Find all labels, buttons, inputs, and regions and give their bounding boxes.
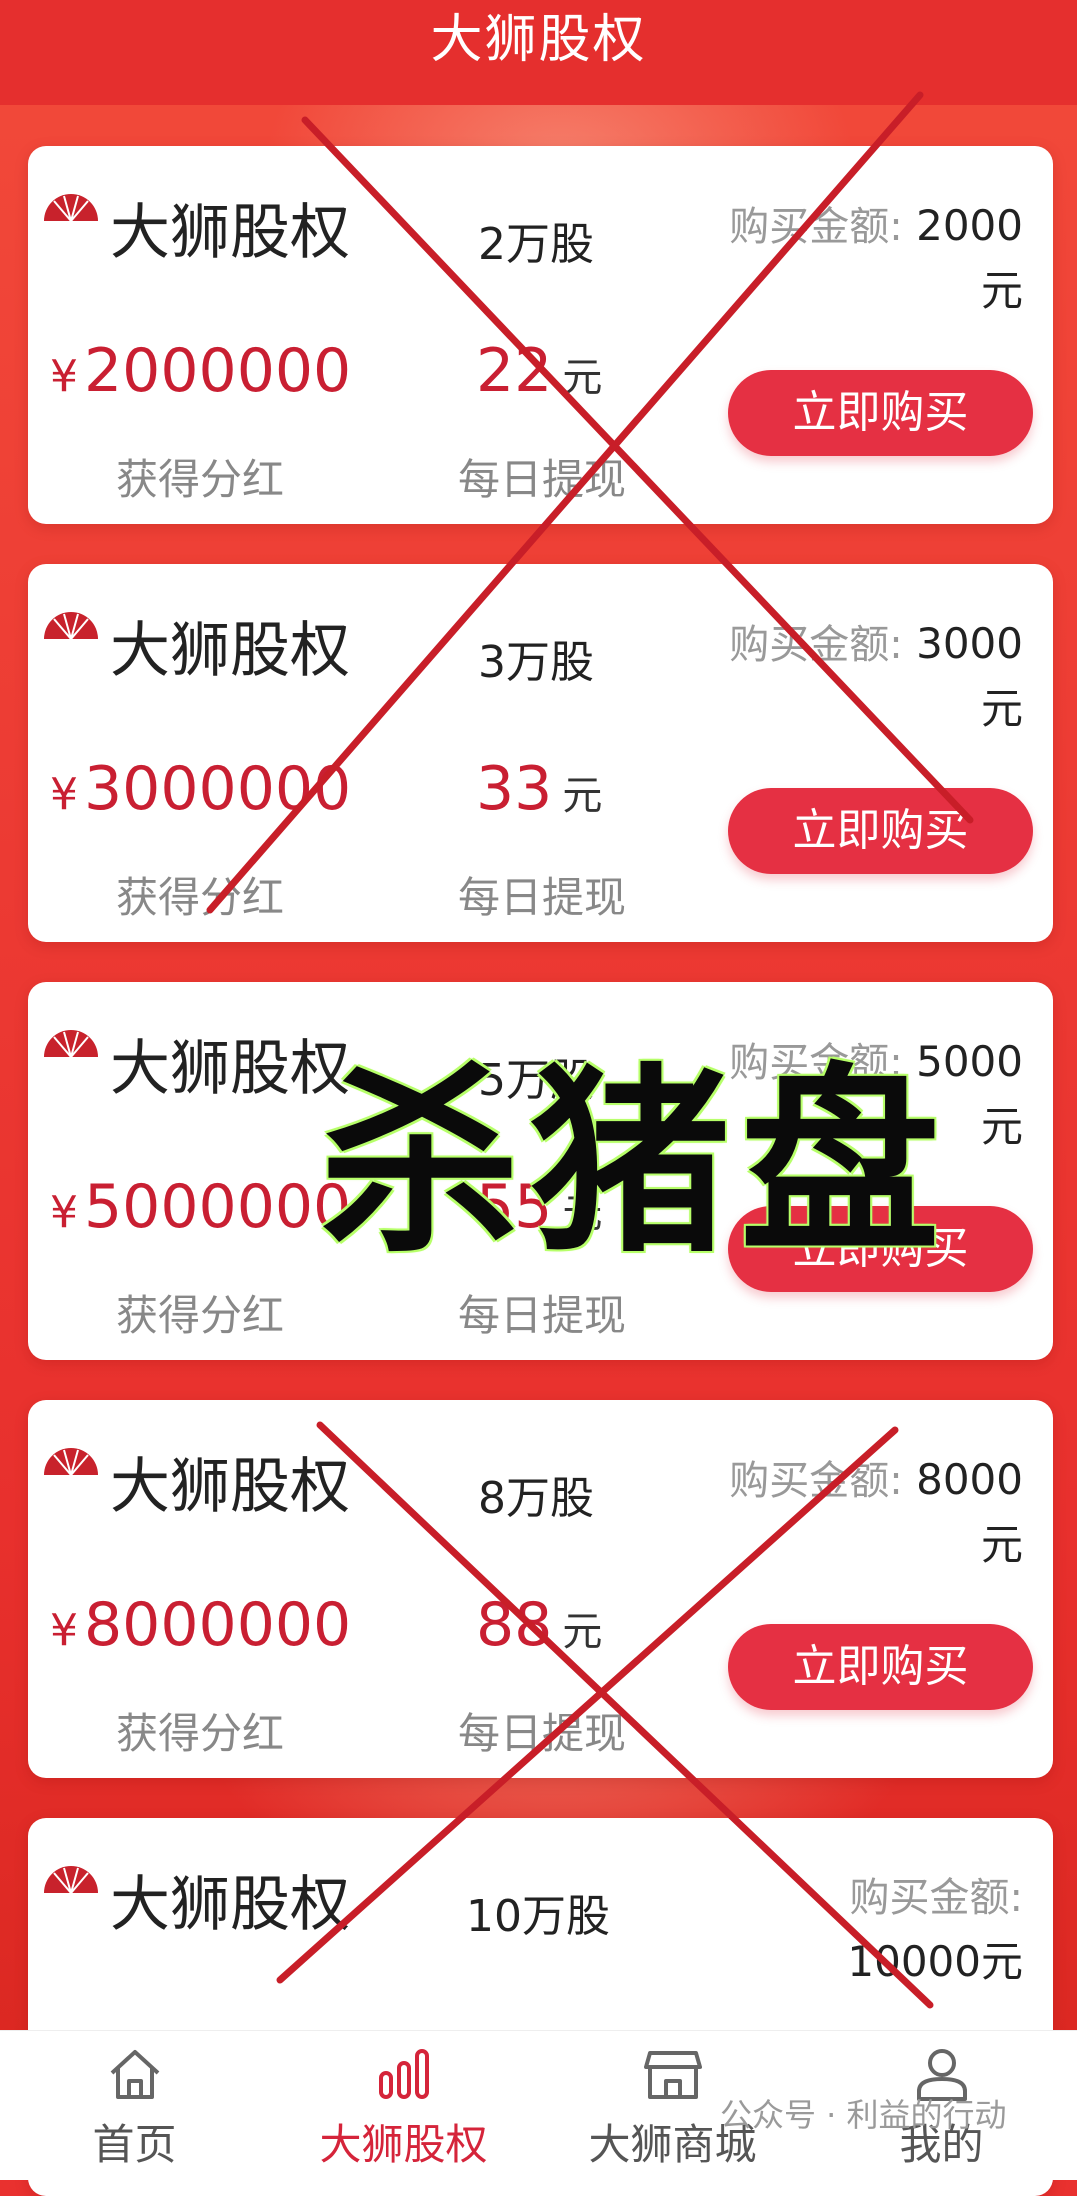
dividend-value: 8000000 xyxy=(84,1590,352,1660)
buy-now-button[interactable]: 立即购买 xyxy=(728,370,1033,456)
product-shares: 3万股 xyxy=(478,637,594,688)
price-label: 购买金额: xyxy=(729,204,903,250)
currency-symbol: ¥ xyxy=(50,1605,78,1656)
price-unit: 元 xyxy=(980,266,1023,315)
product-shares: 8万股 xyxy=(478,1473,594,1524)
price-label: 购买金额: xyxy=(729,1458,903,1504)
tab-equity[interactable]: 大狮股权 xyxy=(269,2031,538,2180)
daily-value: 88 xyxy=(476,1590,553,1660)
product-name: 大狮股权 xyxy=(110,198,350,268)
fan-logo-icon xyxy=(44,1448,98,1476)
daily-unit: 元 xyxy=(562,773,603,819)
product-name: 大狮股权 xyxy=(110,616,350,686)
daily-withdraw: 22 元 xyxy=(476,336,602,406)
daily-label: 每日提现 xyxy=(458,455,627,504)
home-icon xyxy=(110,2050,159,2099)
watermark: 公众号 · 利益的行动 xyxy=(720,2096,1007,2134)
price-value: 3000 xyxy=(916,619,1023,668)
dividend-label: 获得分红 xyxy=(116,455,285,504)
dividend-amount: ¥5000000 xyxy=(50,1172,351,1242)
dividend-value: 2000000 xyxy=(84,336,352,406)
tab-label: 大狮股权 xyxy=(319,2120,488,2169)
tab-home[interactable]: 首页 xyxy=(0,2031,269,2180)
tab-label: 首页 xyxy=(92,2120,177,2169)
product-price: 购买金额: 8000 元 xyxy=(729,1448,1023,1577)
scam-warning-stamp: 杀猪盘 xyxy=(320,1047,951,1280)
product-card: 大狮股权 2万股 购买金额: 2000 元 ¥2000000 22 元 获得分红 … xyxy=(28,146,1053,524)
product-price: 购买金额: 10000元 xyxy=(847,1866,1023,1994)
dividend-label: 获得分红 xyxy=(116,873,285,922)
page-title: 大狮股权 xyxy=(430,10,647,70)
fan-logo-icon xyxy=(44,612,98,640)
currency-symbol: ¥ xyxy=(50,769,78,820)
price-unit: 元 xyxy=(980,684,1023,733)
top-bar: 大狮股权 xyxy=(0,0,1077,105)
product-shares: 10万股 xyxy=(466,1891,610,1942)
price-unit: 元 xyxy=(980,1520,1023,1569)
product-name: 大狮股权 xyxy=(110,1870,350,1940)
product-price: 购买金额: 2000 元 xyxy=(729,194,1023,323)
dividend-label: 获得分红 xyxy=(116,1709,285,1758)
daily-withdraw: 88 元 xyxy=(476,1590,602,1660)
product-price: 购买金额: 3000 元 xyxy=(729,612,1023,741)
currency-symbol: ¥ xyxy=(50,351,78,402)
price-label: 购买金额: xyxy=(729,622,903,668)
price-value: 10000元 xyxy=(847,1937,1023,1986)
product-card: 大狮股权 3万股 购买金额: 3000 元 ¥3000000 33 元 获得分红 … xyxy=(28,564,1053,942)
bar-chart-icon xyxy=(378,2049,429,2099)
daily-label: 每日提现 xyxy=(458,1291,627,1340)
dividend-amount: ¥8000000 xyxy=(50,1590,351,1660)
dividend-value: 5000000 xyxy=(84,1172,352,1242)
daily-label: 每日提现 xyxy=(458,873,627,922)
daily-unit: 元 xyxy=(562,1609,603,1655)
currency-symbol: ¥ xyxy=(50,1187,78,1238)
buy-now-button[interactable]: 立即购买 xyxy=(728,1624,1033,1710)
dividend-amount: ¥2000000 xyxy=(50,336,351,406)
dividend-value: 3000000 xyxy=(84,754,352,824)
store-icon xyxy=(643,2051,702,2099)
fan-logo-icon xyxy=(44,194,98,222)
fan-logo-icon xyxy=(44,1030,98,1058)
fan-logo-icon xyxy=(44,1866,98,1894)
dividend-label: 获得分红 xyxy=(116,1291,285,1340)
daily-value: 33 xyxy=(476,754,553,824)
daily-label: 每日提现 xyxy=(458,1709,627,1758)
buy-now-button[interactable]: 立即购买 xyxy=(728,788,1033,874)
product-name: 大狮股权 xyxy=(110,1034,350,1104)
daily-unit: 元 xyxy=(562,355,603,401)
product-card: 大狮股权 8万股 购买金额: 8000 元 ¥8000000 88 元 获得分红 … xyxy=(28,1400,1053,1778)
price-value: 2000 xyxy=(916,201,1023,250)
daily-value: 22 xyxy=(476,336,553,406)
price-value: 8000 xyxy=(916,1455,1023,1504)
product-name: 大狮股权 xyxy=(110,1452,350,1522)
product-shares: 2万股 xyxy=(478,219,594,270)
daily-withdraw: 33 元 xyxy=(476,754,602,824)
price-label: 购买金额: xyxy=(849,1875,1023,1921)
dividend-amount: ¥3000000 xyxy=(50,754,351,824)
